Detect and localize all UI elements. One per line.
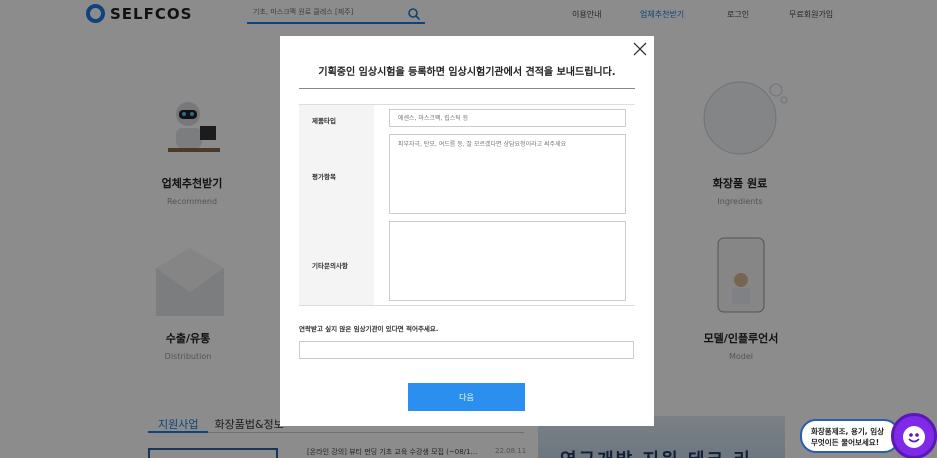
product-type-input[interactable] (389, 109, 626, 127)
chatbot-face-icon (903, 426, 925, 448)
smile-icon (908, 433, 920, 443)
chatbot-button[interactable] (891, 413, 937, 458)
chat-prompt-line2: 무엇이든 물어보세요! (811, 438, 880, 447)
evaluation-items-textarea[interactable] (389, 134, 626, 214)
label-product-type: 제품타입 (312, 117, 336, 125)
title-divider (299, 88, 635, 89)
label-column (299, 105, 374, 305)
quote-request-modal: 기획중인 임상시험을 등록하면 임상시험기관에서 견적을 보내드립니다. 제품타… (280, 36, 654, 426)
exclude-institution-input[interactable] (299, 341, 634, 359)
close-icon[interactable] (633, 42, 647, 56)
chat-prompt-bubble[interactable]: 화장품제조, 용기, 임상 무엇이든 물어보세요! (800, 419, 900, 453)
exclude-institution-label: 연락받고 싶지 않은 임상기관이 있다면 적어주세요. (299, 325, 439, 333)
label-other-inquiry: 기타문의사항 (312, 262, 348, 270)
next-button[interactable]: 다음 (408, 383, 525, 411)
other-inquiry-textarea[interactable] (389, 221, 626, 301)
chat-prompt-line1: 화장품제조, 용기, 임상 (811, 427, 885, 436)
request-form: 제품타입 평가항목 기타문의사항 (299, 104, 635, 306)
label-evaluation-items: 평가항목 (312, 173, 336, 181)
modal-title: 기획중인 임상시험을 등록하면 임상시험기관에서 견적을 보내드립니다. (318, 67, 616, 78)
